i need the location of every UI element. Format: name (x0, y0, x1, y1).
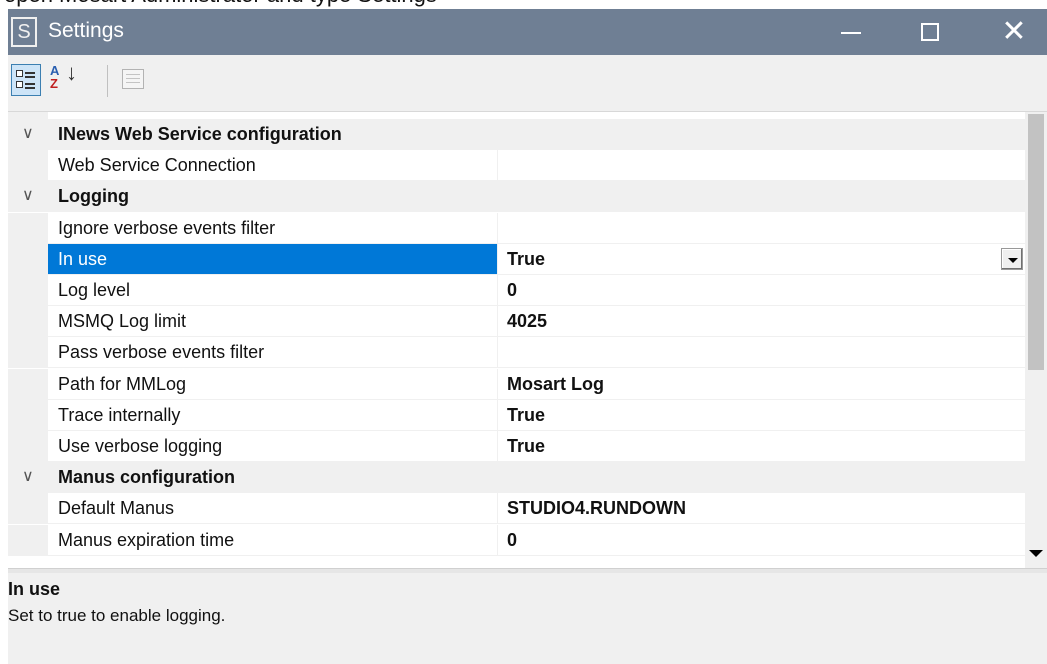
category-row[interactable]: ∨ Logging (8, 181, 1025, 213)
maximize-button[interactable] (901, 9, 963, 55)
row-gutter (8, 524, 48, 555)
property-row[interactable]: Default Manus STUDIO4.RUNDOWN (8, 493, 1025, 525)
property-name: Ignore verbose events filter (48, 212, 498, 243)
app-icon: S (11, 17, 37, 47)
property-name: Trace internally (48, 399, 498, 430)
collapse-chevron-icon[interactable]: ∨ (22, 465, 34, 489)
minimize-button[interactable] (821, 9, 883, 55)
category-label: INews Web Service configuration (58, 124, 342, 144)
row-gutter (8, 243, 48, 274)
category-row[interactable]: ∨ INews Web Service configuration (8, 119, 1025, 150)
background-window-caption: open Mosart Administrator and type Setti… (4, 0, 437, 8)
categorized-icon (16, 69, 36, 91)
category-label: Logging (58, 186, 129, 207)
background-window-text: open Mosart Administrator and type Setti… (0, 0, 1047, 9)
property-value[interactable] (498, 213, 1025, 243)
property-row[interactable]: Trace internally True (8, 399, 1025, 431)
property-name: MSMQ Log limit (48, 306, 498, 337)
close-button[interactable]: ✕ (983, 9, 1045, 55)
row-gutter (8, 337, 48, 368)
property-row[interactable]: Log level 0 (8, 275, 1025, 306)
scroll-down-arrow-icon[interactable] (1029, 550, 1043, 557)
row-gutter (8, 399, 48, 430)
row-gutter (8, 493, 48, 524)
property-row[interactable]: Manus expiration time 0 (8, 524, 1025, 556)
property-name: Web Service Connection (48, 150, 498, 181)
property-name: In use (48, 243, 498, 274)
minimize-icon (841, 32, 861, 34)
property-row[interactable]: Path for MMLog Mosart Log (8, 368, 1025, 400)
property-grid[interactable]: ∨ INews Web Service configuration Web Serv… (8, 112, 1047, 568)
window-title: Settings (48, 19, 124, 42)
categorized-view-button[interactable] (11, 64, 41, 96)
help-title: In use (8, 579, 61, 599)
vertical-scrollbar[interactable] (1025, 112, 1047, 568)
property-name: Pass verbose events filter (48, 337, 498, 368)
row-gutter (8, 212, 48, 243)
toolbar-separator (107, 65, 108, 97)
property-value[interactable]: 0 (498, 525, 1025, 555)
property-name: Path for MMLog (48, 368, 498, 399)
property-name: Manus expiration time (48, 524, 498, 555)
scrollbar-thumb[interactable] (1028, 114, 1044, 370)
property-name: Log level (48, 275, 498, 305)
property-row[interactable]: In use True (8, 243, 1025, 275)
maximize-icon (921, 23, 939, 41)
clipped-row (8, 112, 1025, 119)
property-value[interactable] (498, 150, 1025, 180)
property-row[interactable]: Web Service Connection (8, 150, 1025, 182)
alphabetical-sort-button[interactable]: A Z ↓ (48, 60, 78, 96)
property-value[interactable]: Mosart Log (498, 369, 1025, 399)
property-value[interactable]: True (498, 244, 1025, 274)
property-pages-button[interactable] (118, 64, 148, 96)
property-value[interactable]: 4025 (498, 306, 1025, 336)
property-row[interactable]: Use verbose logging True (8, 431, 1025, 462)
property-value[interactable]: True (498, 431, 1025, 461)
property-pages-icon (122, 69, 144, 89)
value-dropdown-button[interactable] (1001, 247, 1023, 270)
property-value[interactable] (498, 337, 1025, 367)
row-gutter (8, 431, 48, 461)
help-panel: In use Set to true to enable logging. (8, 573, 1047, 664)
row-gutter (8, 306, 48, 337)
property-name: Use verbose logging (48, 431, 498, 461)
property-name: Default Manus (48, 493, 498, 524)
property-row[interactable]: Pass verbose events filter (8, 337, 1025, 369)
title-bar[interactable]: S Settings ✕ (8, 9, 1047, 55)
row-gutter (8, 150, 48, 181)
collapse-chevron-icon[interactable]: ∨ (22, 122, 34, 146)
property-value[interactable]: True (498, 400, 1025, 430)
row-gutter (8, 275, 48, 305)
property-value[interactable]: STUDIO4.RUNDOWN (498, 493, 1025, 523)
property-row[interactable]: MSMQ Log limit 4025 (8, 306, 1025, 338)
category-label: Manus configuration (58, 467, 235, 488)
collapse-chevron-icon[interactable]: ∨ (22, 184, 34, 208)
property-row[interactable]: Ignore verbose events filter (8, 212, 1025, 244)
close-icon: ✕ (1001, 15, 1027, 48)
row-gutter (8, 368, 48, 399)
help-description: Set to true to enable logging. (8, 606, 226, 625)
category-row[interactable]: ∨ Manus configuration (8, 462, 1025, 494)
property-grid-toolbar: A Z ↓ (8, 55, 1047, 112)
sort-az-icon: A Z ↓ (50, 60, 77, 91)
property-value[interactable]: 0 (498, 275, 1025, 305)
